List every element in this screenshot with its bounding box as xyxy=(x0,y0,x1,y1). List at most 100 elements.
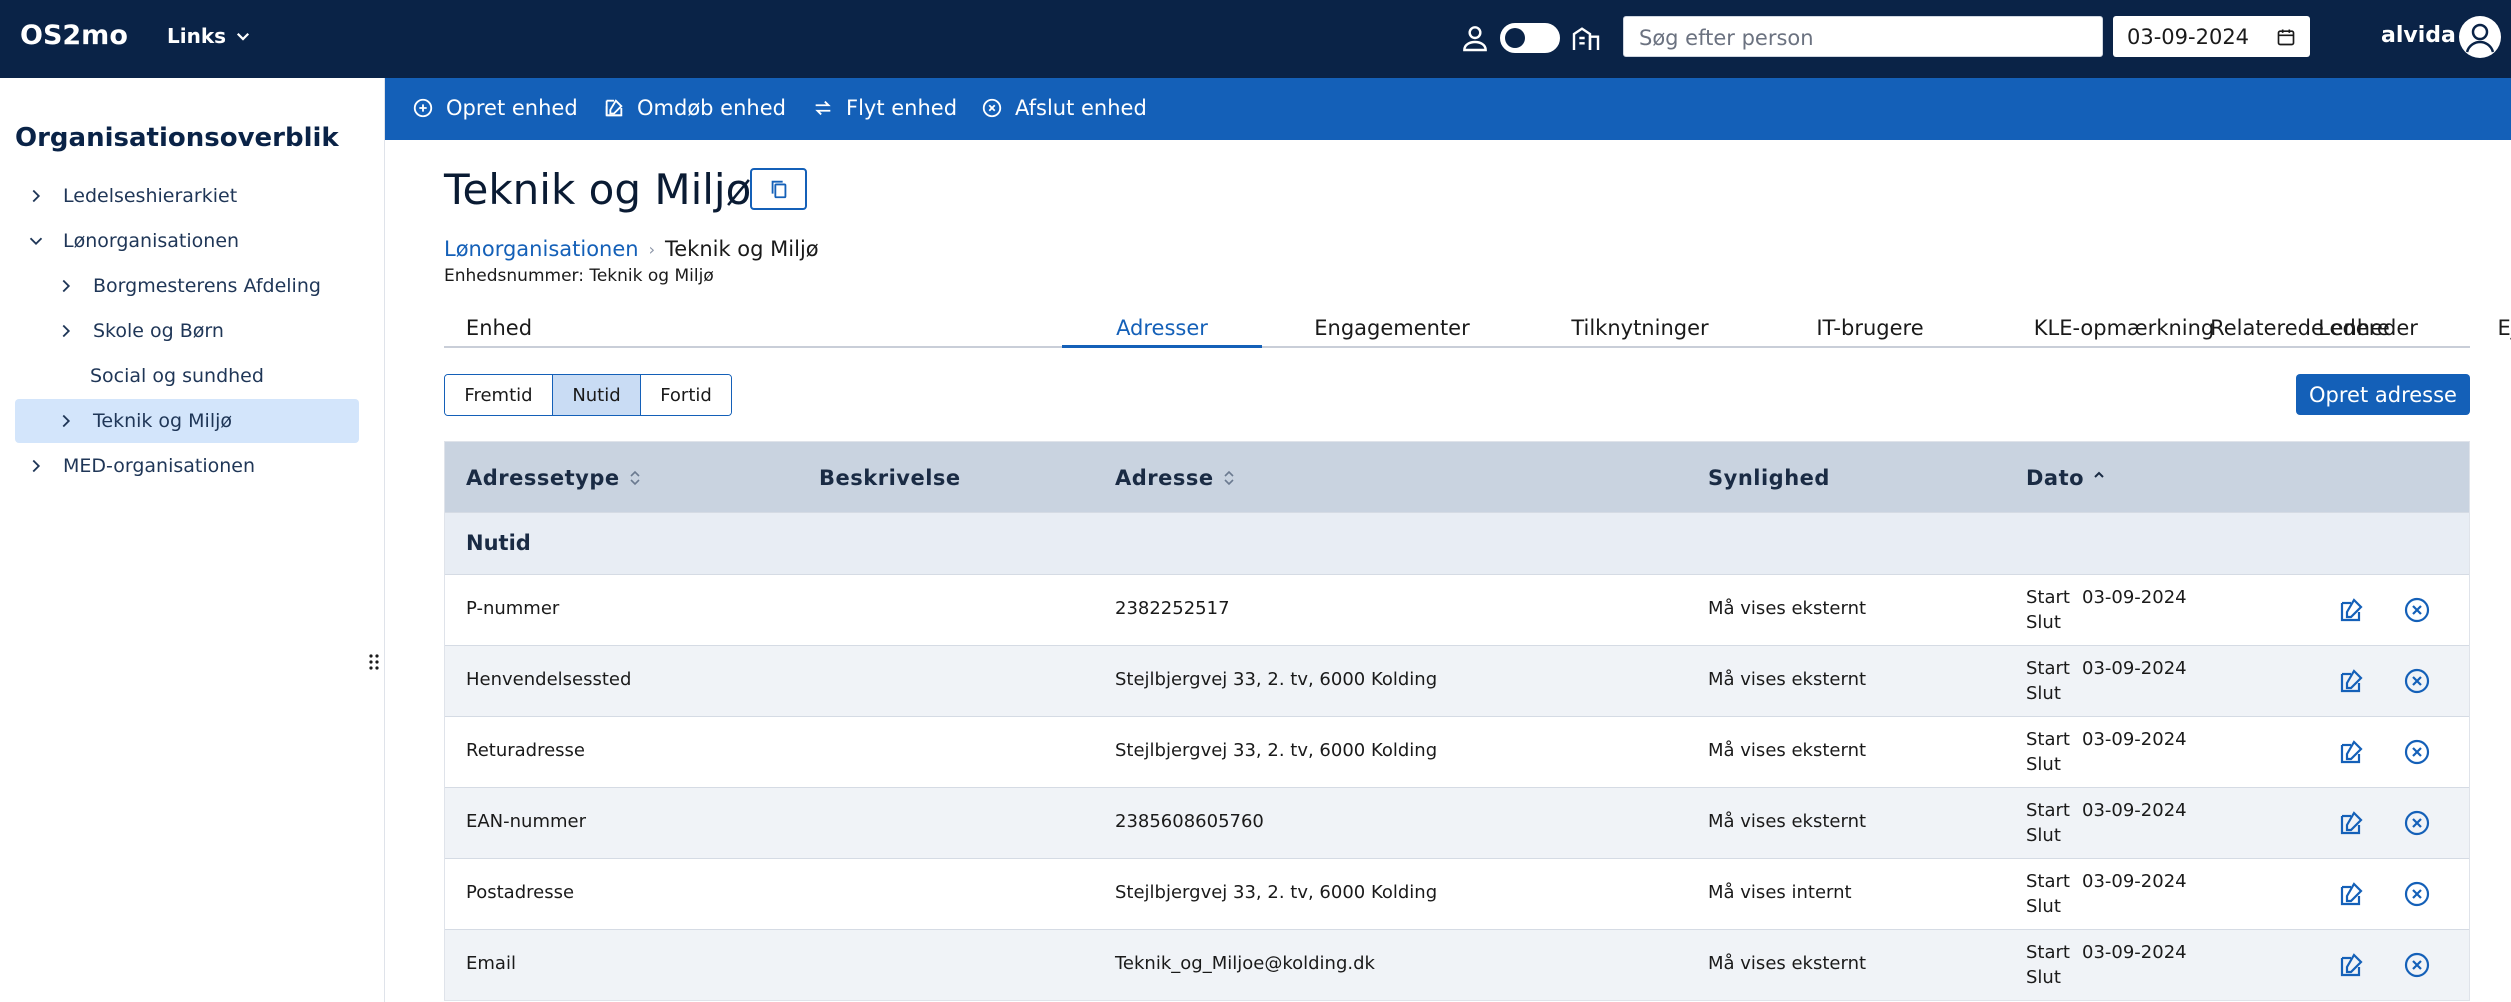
resize-handle-icon[interactable] xyxy=(368,653,380,675)
cell-date: Start 03-09-2024 Slut xyxy=(2026,869,2187,919)
tree-item-social-og-sundhed[interactable]: Social og sundhed xyxy=(90,354,264,398)
tree-item-skole-og-born[interactable]: Skole og Børn xyxy=(55,309,224,353)
cell-address: 2382252517 xyxy=(1115,598,1230,619)
terminate-icon[interactable] xyxy=(2402,808,2432,838)
tree-item-label: Borgmesterens Afdeling xyxy=(93,275,321,297)
header-type[interactable]: Adressetype xyxy=(466,466,642,490)
tab-relaterede-enheder[interactable]: Relaterede enheder xyxy=(2164,316,2464,340)
cell-date: Start 03-09-2024 Slut xyxy=(2026,727,2187,777)
table-row: Postadresse Stejlbjergvej 33, 2. tv, 600… xyxy=(445,858,2469,929)
terminate-icon[interactable] xyxy=(2402,595,2432,625)
tree-item-teknik-og-miljo[interactable]: Teknik og Miljø xyxy=(15,399,359,443)
cell-visibility: Må vises eksternt xyxy=(1708,953,1867,974)
filter-future-button[interactable]: Fremtid xyxy=(445,375,553,415)
terminate-unit-button[interactable]: Afslut enhed xyxy=(981,96,1147,120)
tab-adresser[interactable]: Adresser xyxy=(1062,316,1262,340)
top-navbar: OS2mo Links Søg efter person 03-09-2024 … xyxy=(0,0,2511,78)
cell-address: Teknik_og_Miljoe@kolding.dk xyxy=(1115,953,1375,974)
tree-item-lonorganisationen[interactable]: Lønorganisationen xyxy=(25,219,239,263)
date-picker[interactable]: 03-09-2024 xyxy=(2113,16,2310,57)
filter-past-button[interactable]: Fortid xyxy=(641,375,731,415)
end-label: Slut xyxy=(2026,896,2061,917)
chevron-right-icon[interactable] xyxy=(55,275,77,297)
terminate-icon[interactable] xyxy=(2402,666,2432,696)
search-input[interactable]: Søg efter person xyxy=(1623,16,2103,57)
edit-icon xyxy=(605,99,623,117)
tree-item-med-organisationen[interactable]: MED-organisationen xyxy=(25,444,255,488)
start-date: 03-09-2024 xyxy=(2082,587,2187,608)
user-avatar-icon xyxy=(2465,23,2495,53)
cell-type: Henvendelsessted xyxy=(466,669,632,690)
links-label: Links xyxy=(167,24,227,48)
header-address[interactable]: Adresse xyxy=(1115,466,1236,490)
tree-item-ledelseshierarkiet[interactable]: Ledelseshierarkiet xyxy=(25,174,237,218)
cell-date: Start 03-09-2024 Slut xyxy=(2026,656,2187,706)
building-icon xyxy=(1572,27,1600,50)
header-date[interactable]: Dato xyxy=(2026,466,2106,490)
brand-logo[interactable]: OS2mo xyxy=(20,20,128,51)
tab-enhed[interactable]: Enhed xyxy=(454,316,544,340)
edit-icon[interactable] xyxy=(2337,595,2367,625)
edit-icon[interactable] xyxy=(2337,808,2367,838)
create-unit-label: Opret enhed xyxy=(446,96,578,120)
sidebar: Organisationsoverblik Ledelseshierarkiet… xyxy=(0,78,385,1002)
table-row: P-nummer 2382252517 Må vises eksternt St… xyxy=(445,574,2469,645)
person-unit-toggle[interactable] xyxy=(1500,23,1560,53)
avatar[interactable] xyxy=(2459,16,2501,58)
table-row: Returadresse Stejlbjergvej 33, 2. tv, 60… xyxy=(445,716,2469,787)
edit-icon[interactable] xyxy=(2337,950,2367,980)
tree-item-label: Skole og Børn xyxy=(93,320,224,342)
terminate-icon[interactable] xyxy=(2402,737,2432,767)
active-tab-indicator xyxy=(1062,345,1262,348)
chevron-right-icon[interactable] xyxy=(55,410,77,432)
rename-unit-button[interactable]: Omdøb enhed xyxy=(603,96,786,120)
plus-circle-icon xyxy=(413,98,433,118)
cell-visibility: Må vises eksternt xyxy=(1708,669,1867,690)
create-address-button[interactable]: Opret adresse xyxy=(2296,374,2470,415)
unit-number: Enhedsnummer: Teknik og Miljø xyxy=(444,266,714,286)
chevron-right-icon[interactable] xyxy=(25,185,47,207)
links-dropdown[interactable]: Links xyxy=(167,24,252,48)
tab-engagementer[interactable]: Engagementer xyxy=(1312,316,1472,340)
chevron-right-icon[interactable] xyxy=(25,455,47,477)
breadcrumb-link-parent[interactable]: Lønorganisationen xyxy=(444,237,639,261)
arrows-swap-icon xyxy=(815,100,831,116)
start-date: 03-09-2024 xyxy=(2082,658,2187,679)
cell-address: Stejlbjergvej 33, 2. tv, 6000 Kolding xyxy=(1115,669,1438,690)
edit-icon[interactable] xyxy=(2337,879,2367,909)
edit-icon[interactable] xyxy=(2337,737,2367,767)
tree-item-borgmesterens-afdeling[interactable]: Borgmesterens Afdeling xyxy=(55,264,321,308)
sort-ascending-icon xyxy=(2094,471,2104,478)
create-unit-button[interactable]: Opret enhed xyxy=(412,96,578,120)
cell-type: Returadresse xyxy=(466,740,586,761)
table-row: EAN-nummer 2385608605760 Må vises ekster… xyxy=(445,787,2469,858)
start-date: 03-09-2024 xyxy=(2082,729,2187,750)
edit-icon[interactable] xyxy=(2337,666,2367,696)
terminate-icon[interactable] xyxy=(2402,879,2432,909)
table-header: Adressetype Beskrivelse Adresse Synlighe… xyxy=(445,442,2469,512)
chevron-right-icon[interactable] xyxy=(55,320,77,342)
cell-address: Stejlbjergvej 33, 2. tv, 6000 Kolding xyxy=(1115,740,1438,761)
filter-present-button[interactable]: Nutid xyxy=(553,375,641,415)
username[interactable]: alvida xyxy=(2381,23,2456,48)
sidebar-title: Organisationsoverblik xyxy=(15,123,339,153)
cell-date: Start 03-09-2024 Slut xyxy=(2026,585,2187,635)
sort-icon xyxy=(1224,470,1234,486)
header-address-label: Adresse xyxy=(1115,466,1214,490)
table-row: Email Teknik_og_Miljoe@kolding.dk Må vis… xyxy=(445,929,2469,1000)
chevron-down-icon[interactable] xyxy=(25,230,47,252)
end-label: Slut xyxy=(2026,825,2061,846)
tree-item-label: Social og sundhed xyxy=(90,365,264,387)
move-unit-button[interactable]: Flyt enhed xyxy=(812,96,957,120)
tab-tilknytninger[interactable]: Tilknytninger xyxy=(1560,316,1720,340)
tab-ejere[interactable]: Ejere xyxy=(2474,316,2511,340)
tree-item-label: Ledelseshierarkiet xyxy=(63,185,238,207)
cell-address: Stejlbjergvej 33, 2. tv, 6000 Kolding xyxy=(1115,882,1438,903)
copy-button[interactable] xyxy=(750,168,807,210)
terminate-icon[interactable] xyxy=(2402,950,2432,980)
start-date: 03-09-2024 xyxy=(2082,942,2187,963)
start-label: Start xyxy=(2026,587,2070,608)
tree-item-label: Teknik og Miljø xyxy=(93,410,233,432)
tab-it-brugere[interactable]: IT-brugere xyxy=(1800,316,1940,340)
move-unit-label: Flyt enhed xyxy=(846,96,958,120)
